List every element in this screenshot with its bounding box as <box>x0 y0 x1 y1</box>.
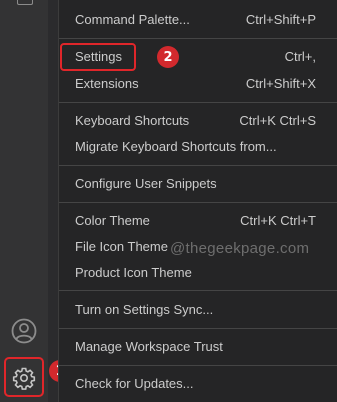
menu-item-shortcut: Ctrl+K Ctrl+S <box>239 113 316 128</box>
settings-highlight-box <box>60 43 136 71</box>
menu-item-settings-sync[interactable]: Turn on Settings Sync... <box>59 297 337 323</box>
menu-item-configure-user-snippets[interactable]: Configure User Snippets <box>59 171 337 197</box>
menu-item-label: Check for Updates... <box>75 376 194 391</box>
activity-bar <box>0 0 48 402</box>
menu-item-label: File Icon Theme <box>75 239 168 254</box>
menu-item-label: Configure User Snippets <box>75 176 217 191</box>
menu-item-label: Manage Workspace Trust <box>75 339 223 354</box>
menu-separator <box>59 365 337 366</box>
menu-item-extensions[interactable]: Extensions Ctrl+Shift+X <box>59 71 337 97</box>
watermark: @thegeekpage.com <box>170 240 310 257</box>
menu-separator <box>59 38 337 39</box>
step-badge-2: 2 <box>157 46 179 68</box>
menu-separator <box>59 165 337 166</box>
menu-item-label: Extensions <box>75 76 139 91</box>
menu-separator <box>59 328 337 329</box>
menu-item-keyboard-shortcuts[interactable]: Keyboard Shortcuts Ctrl+K Ctrl+S <box>59 108 337 134</box>
menu-item-shortcut: Ctrl+Shift+P <box>245 12 316 27</box>
menu-item-label: Command Palette... <box>75 12 190 27</box>
menu-item-check-for-updates[interactable]: Check for Updates... <box>59 371 337 397</box>
manage-button[interactable] <box>4 357 44 397</box>
menu-separator <box>59 102 337 103</box>
menu-item-command-palette[interactable]: Command Palette... Ctrl+Shift+P <box>59 7 337 33</box>
menu-item-label: Product Icon Theme <box>75 265 192 280</box>
account-icon[interactable] <box>11 318 37 344</box>
menu-item-shortcut: Ctrl+Shift+X <box>245 76 316 91</box>
menu-item-shortcut: Ctrl+K Ctrl+T <box>240 213 316 228</box>
gear-icon <box>12 367 36 390</box>
menu-item-label: Migrate Keyboard Shortcuts from... <box>75 139 277 154</box>
menu-item-label: Keyboard Shortcuts <box>75 113 190 128</box>
menu-item-product-icon-theme[interactable]: Product Icon Theme <box>59 260 337 286</box>
menu-item-label: Color Theme <box>75 213 150 228</box>
menu-item-shortcut: Ctrl+, <box>284 49 316 64</box>
menu-item-label: Turn on Settings Sync... <box>75 302 214 317</box>
menu-item-manage-workspace-trust[interactable]: Manage Workspace Trust <box>59 334 337 360</box>
menu-item-color-theme[interactable]: Color Theme Ctrl+K Ctrl+T <box>59 208 337 234</box>
menu-item-migrate-keyboard-shortcuts[interactable]: Migrate Keyboard Shortcuts from... <box>59 134 337 160</box>
menu-separator <box>59 290 337 291</box>
explorer-icon[interactable] <box>17 0 33 5</box>
menu-separator <box>59 202 337 203</box>
